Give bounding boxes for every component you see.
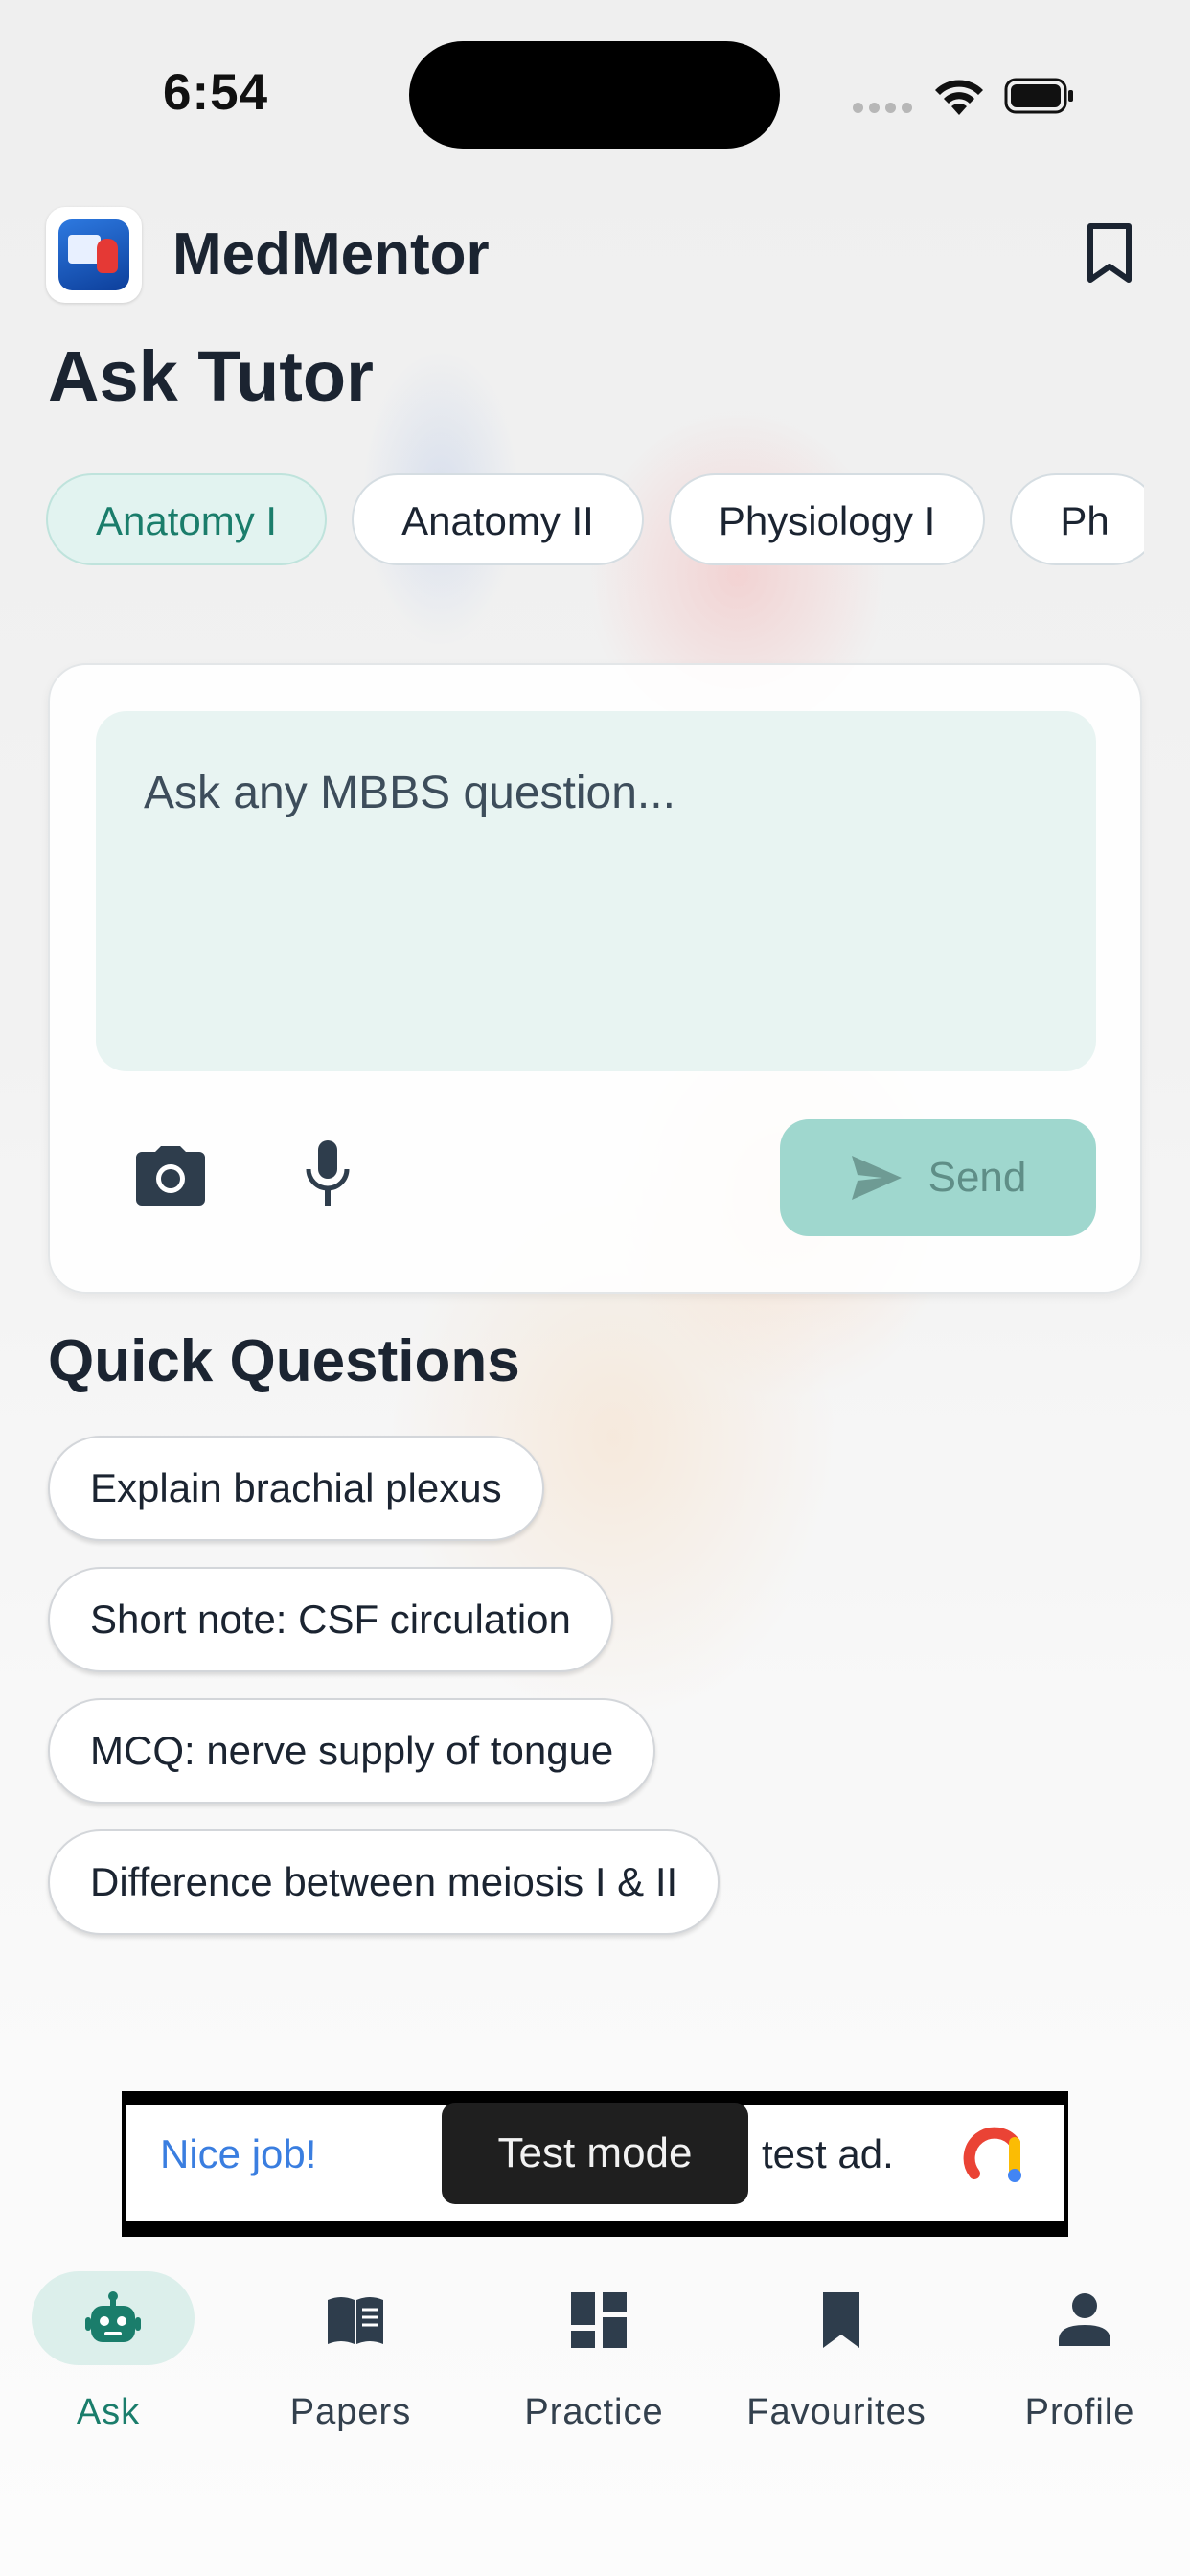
ad-network-logo-icon — [963, 2127, 1021, 2182]
tab-favourites[interactable]: Favourites — [731, 2271, 942, 2434]
tab-label: Profile — [1024, 2392, 1135, 2432]
dynamic-island — [409, 41, 780, 149]
quick-question-item[interactable]: Short note: CSF circulation — [48, 1567, 613, 1672]
camera-icon[interactable] — [134, 1144, 207, 1208]
tab-profile[interactable]: Profile — [974, 2271, 1185, 2434]
bookmark-icon[interactable] — [1083, 222, 1136, 284]
tab-ask[interactable]: Ask — [3, 2271, 214, 2434]
quick-question-item[interactable]: Explain brachial plexus — [48, 1436, 544, 1541]
ad-headline: Nice job! — [160, 2131, 317, 2176]
subject-chip-anatomy-1[interactable]: Anatomy I — [46, 473, 328, 565]
person-icon — [1059, 2293, 1110, 2346]
status-bar: 6:54 — [0, 0, 1190, 192]
subject-chip-physiology-1[interactable]: Physiology I — [668, 473, 986, 565]
quick-question-item[interactable]: MCQ: nerve supply of tongue — [48, 1698, 656, 1804]
subject-chip-anatomy-2[interactable]: Anatomy II — [352, 473, 644, 565]
subject-chips: Anatomy I Anatomy II Physiology I Ph — [46, 473, 1144, 569]
ad-text: test ad. — [762, 2131, 894, 2176]
tab-label: Favourites — [746, 2392, 927, 2432]
tab-label: Ask — [76, 2392, 141, 2432]
quick-question-item[interactable]: Difference between meiosis I & II — [48, 1829, 721, 1935]
battery-icon — [1004, 78, 1073, 114]
cellular-signal-icon — [853, 103, 912, 116]
status-time: 6:54 — [163, 64, 269, 121]
app-name: MedMentor — [172, 221, 490, 288]
bookmark-icon — [823, 2292, 859, 2348]
tab-papers[interactable]: Papers — [245, 2271, 456, 2434]
send-icon — [851, 1156, 902, 1200]
question-input[interactable]: Ask any MBBS question... — [96, 711, 1096, 1071]
send-button[interactable]: Send — [780, 1119, 1096, 1236]
question-placeholder: Ask any MBBS question... — [144, 768, 675, 818]
robot-icon — [85, 2291, 141, 2342]
tab-label: Practice — [524, 2392, 664, 2432]
ask-card: Ask any MBBS question... Send — [48, 663, 1142, 1294]
subject-chip-partial[interactable]: Ph — [1010, 473, 1144, 565]
quick-questions-title: Quick Questions — [48, 1328, 520, 1394]
dashboard-icon — [571, 2292, 627, 2348]
app-header: MedMentor — [46, 205, 1144, 303]
page-title: Ask Tutor — [48, 336, 374, 416]
book-icon — [328, 2297, 383, 2344]
microphone-icon[interactable] — [301, 1138, 355, 1208]
send-label: Send — [927, 1154, 1027, 1201]
tab-label: Papers — [289, 2392, 412, 2432]
tab-practice[interactable]: Practice — [489, 2271, 699, 2434]
bottom-tab-bar: Ask Papers Practice Favourites Profile — [0, 2262, 1190, 2434]
app-logo — [46, 207, 142, 303]
test-mode-toast: Test mode — [442, 2103, 748, 2204]
wifi-icon — [935, 80, 983, 115]
